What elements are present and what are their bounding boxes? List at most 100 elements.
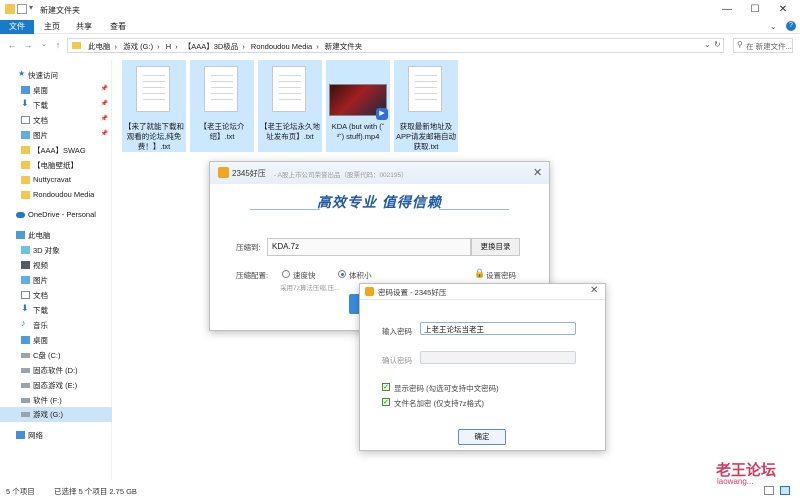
sidebar-item-drive-g[interactable]: 游戏 (G:): [0, 407, 112, 422]
radio-small[interactable]: [338, 270, 346, 278]
encrypt-filenames-label: 文件名加密 (仅支持7z格式): [394, 399, 484, 408]
large-icons-view-icon[interactable]: [780, 486, 790, 495]
breadcrumb-item[interactable]: 此电脑: [88, 42, 111, 51]
sidebar-item-drive-f[interactable]: 软件 (F:): [0, 393, 112, 408]
password-label: 输入密码: [382, 327, 412, 336]
sidebar-item-downloads-pc[interactable]: ⬇ 下载: [0, 303, 112, 318]
set-password-link[interactable]: 设置密码: [486, 270, 516, 281]
properties-icon[interactable]: [17, 4, 27, 14]
sidebar-item-documents-pc[interactable]: 文档: [0, 288, 112, 303]
archive-path-input[interactable]: KDA.7z: [267, 238, 471, 256]
sidebar-item-drive-e[interactable]: 固态游戏 (E:): [0, 378, 112, 393]
download-icon: ⬇: [21, 303, 29, 313]
file-name: 【老王论坛介绍】.txt: [199, 122, 245, 141]
desktop-icon: [21, 86, 30, 94]
video-icon: [21, 261, 30, 269]
breadcrumb-separator-icon: ›: [242, 42, 245, 51]
file-item[interactable]: ▶ KDA (but with (˘ ³˘) stuff).mp4: [326, 60, 390, 152]
back-button[interactable]: ←: [6, 38, 18, 52]
ribbon-tabs: 文件 主页 共享 查看 ⌄ ?: [0, 20, 800, 34]
music-icon: ♪: [21, 318, 26, 328]
sidebar-item-aaa-swag[interactable]: 【AAA】SWAG: [0, 143, 112, 158]
sidebar-item-quick-access[interactable]: ★ 快速访问: [0, 68, 112, 83]
address-dropdown-icon[interactable]: ⌄: [704, 40, 711, 49]
title-bar: ▾ 新建文件夹 — ☐ ✕: [0, 0, 800, 20]
sidebar-item-rondoudou-media[interactable]: Rondoudou Media: [0, 188, 112, 203]
file-name: 【来了就能下载和观看的论坛,纯免费！】.txt: [124, 122, 184, 151]
sidebar-item-this-pc[interactable]: 此电脑: [0, 228, 112, 243]
file-item[interactable]: 获取最新地址及APP请发邮箱自动获取.txt: [394, 60, 458, 152]
file-item[interactable]: 【老王论坛永久地址发布页】.txt: [258, 60, 322, 152]
breadcrumb-item[interactable]: 新建文件夹: [325, 42, 363, 51]
dialog-title: 密码设置 - 2345好压: [378, 288, 447, 297]
show-password-checkbox[interactable]: ✓: [382, 383, 390, 391]
search-box[interactable]: ⚲ 在 新建文件...: [733, 38, 793, 53]
pin-icon: 📌: [100, 101, 108, 107]
pin-icon: 📌: [100, 131, 108, 137]
computer-icon: [16, 231, 25, 239]
picture-icon: [21, 131, 30, 139]
file-name: 获取最新地址及APP请发邮箱自动获取.txt: [396, 122, 457, 151]
search-placeholder: 在 新建文件...: [746, 42, 792, 51]
refresh-icon[interactable]: ↻: [714, 40, 721, 49]
play-icon: ▶: [376, 108, 388, 120]
forward-button[interactable]: →: [22, 38, 34, 52]
breadcrumb-separator-icon: ›: [316, 42, 319, 51]
sidebar-item-nuttycravat[interactable]: Nuttycravat: [0, 173, 112, 188]
tab-file[interactable]: 文件: [0, 20, 34, 34]
watermark-domain: laowang...: [717, 477, 754, 486]
sidebar-item-documents[interactable]: 文档 📌: [0, 113, 112, 128]
sidebar-item-onedrive[interactable]: OneDrive - Personal: [0, 208, 112, 223]
breadcrumb-separator-icon: ›: [157, 42, 160, 51]
sidebar-item-desktop-pc[interactable]: 桌面: [0, 333, 112, 348]
radio-fast[interactable]: [282, 270, 290, 278]
chevron-down-icon[interactable]: ▾: [29, 3, 33, 12]
cloud-icon: [16, 212, 25, 218]
breadcrumb-separator-icon: ›: [175, 42, 178, 51]
ribbon-expand-icon[interactable]: ⌄: [770, 22, 777, 31]
tab-home[interactable]: 主页: [38, 20, 66, 34]
picture-icon: [21, 276, 30, 284]
sidebar-item-downloads[interactable]: ⬇ 下载 📌: [0, 98, 112, 113]
sidebar-item-videos[interactable]: 视频: [0, 258, 112, 273]
minimize-button[interactable]: —: [714, 2, 740, 18]
sidebar-item-desktop[interactable]: 桌面 📌: [0, 83, 112, 98]
details-view-icon[interactable]: [764, 486, 774, 495]
breadcrumb-item[interactable]: 游戏 (G:): [123, 42, 153, 51]
file-item[interactable]: 【来了就能下载和观看的论坛,纯免费！】.txt: [122, 60, 186, 152]
file-item[interactable]: 【老王论坛介绍】.txt: [190, 60, 254, 152]
close-icon[interactable]: ✕: [590, 285, 598, 296]
confirm-password-input[interactable]: [420, 351, 576, 364]
tab-view[interactable]: 查看: [104, 20, 132, 34]
sidebar-item-wallpapers[interactable]: 【电脑壁纸】: [0, 158, 112, 173]
password-dialog: 密码设置 - 2345好压 ✕ 输入密码 上老王论坛当老王 确认密码 ✓ 显示密…: [359, 283, 606, 451]
sidebar-item-3d-objects[interactable]: 3D 对象: [0, 243, 112, 258]
breadcrumb-item[interactable]: H: [166, 42, 171, 51]
password-input[interactable]: 上老王论坛当老王: [420, 322, 576, 335]
radio-fast-label: 速度快: [293, 271, 316, 280]
address-bar[interactable]: 此电脑 › 游戏 (G:) › H › 【AAA】3D极品 › Rondoudou Me…: [67, 38, 724, 53]
help-icon[interactable]: ?: [786, 21, 796, 31]
maximize-button[interactable]: ☐: [742, 2, 768, 18]
breadcrumb-item[interactable]: Rondoudou Media: [251, 42, 312, 51]
app-logo-icon: [218, 167, 229, 178]
breadcrumb: 此电脑 › 游戏 (G:) › H › 【AAA】3D极品 › Rondoudou Me…: [88, 41, 366, 52]
change-directory-button[interactable]: 更换目录: [471, 238, 520, 256]
tab-share[interactable]: 共享: [70, 20, 98, 34]
recent-chevron-icon[interactable]: ⌄: [38, 38, 50, 52]
sidebar-item-music[interactable]: ♪ 音乐: [0, 318, 112, 333]
sidebar-item-network[interactable]: 网络: [0, 428, 112, 443]
sidebar-item-drive-c[interactable]: C盘 (C:): [0, 348, 112, 363]
breadcrumb-item[interactable]: 【AAA】3D极品: [184, 42, 239, 51]
sidebar-item-drive-d[interactable]: 固态软件 (D:): [0, 363, 112, 378]
text-file-icon: [408, 66, 442, 112]
sidebar-item-pictures[interactable]: 图片 📌: [0, 128, 112, 143]
sidebar-item-pictures-pc[interactable]: 图片: [0, 273, 112, 288]
ok-button[interactable]: 确定: [458, 429, 506, 445]
encrypt-filenames-checkbox[interactable]: ✓: [382, 398, 390, 406]
close-button[interactable]: ✕: [770, 2, 796, 18]
close-icon[interactable]: ✕: [533, 166, 542, 179]
drive-icon: [21, 412, 30, 417]
file-name: KDA (but with (˘ ³˘) stuff).mp4: [331, 122, 385, 141]
up-button[interactable]: ↑: [52, 38, 64, 52]
